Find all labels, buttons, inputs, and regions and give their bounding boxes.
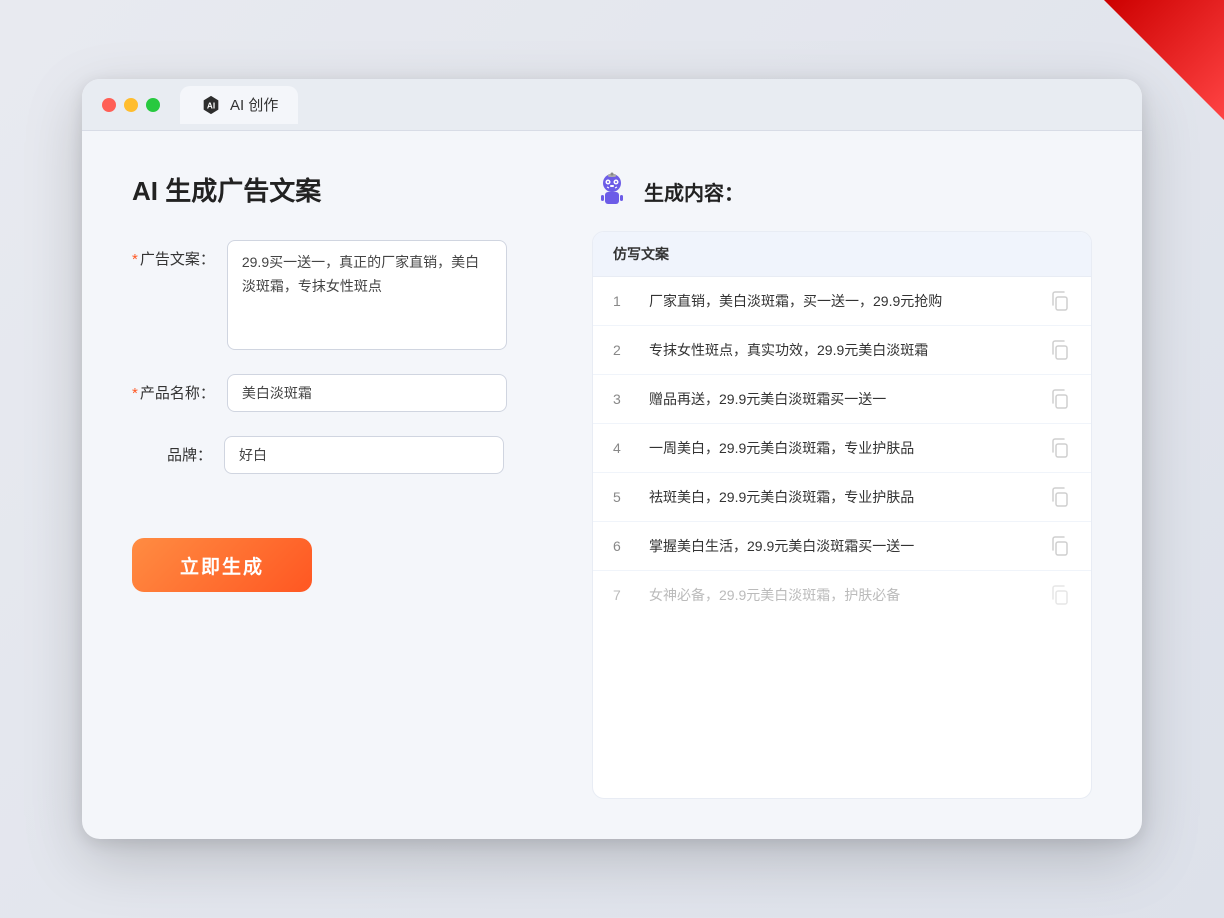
copy-icon[interactable]	[1049, 290, 1071, 312]
ai-tab-icon: AI	[200, 94, 222, 116]
copy-icon[interactable]	[1049, 339, 1071, 361]
row-number: 6	[613, 538, 633, 554]
table-row: 3 赠品再送，29.9元美白淡斑霜买一送一	[593, 375, 1091, 424]
table-row: 1 厂家直销，美白淡斑霜，买一送一，29.9元抢购	[593, 277, 1091, 326]
page-title: AI 生成广告文案	[132, 171, 552, 208]
required-mark-2: *	[132, 385, 138, 402]
table-row: 5 祛斑美白，29.9元美白淡斑霜，专业护肤品	[593, 473, 1091, 522]
result-header: 生成内容：	[592, 171, 1092, 211]
copy-icon[interactable]	[1049, 486, 1071, 508]
table-row: 6 掌握美白生活，29.9元美白淡斑霜买一送一	[593, 522, 1091, 571]
table-header: 仿写文案	[593, 232, 1091, 277]
ad-copy-group: *广告文案： 29.9买一送一，真正的厂家直销，美白淡斑霜，专抹女性斑点	[132, 240, 552, 350]
result-table: 仿写文案 1 厂家直销，美白淡斑霜，买一送一，29.9元抢购 2 专抹女性斑点，真实…	[592, 231, 1092, 799]
row-text: 掌握美白生活，29.9元美白淡斑霜买一送一	[649, 536, 1033, 557]
close-button[interactable]	[102, 98, 116, 112]
row-number: 3	[613, 391, 633, 407]
row-text: 祛斑美白，29.9元美白淡斑霜，专业护肤品	[649, 487, 1033, 508]
title-bar: AI AI 创作	[82, 79, 1142, 131]
row-text: 女神必备，29.9元美白淡斑霜，护肤必备	[649, 585, 1033, 606]
row-text: 专抹女性斑点，真实功效，29.9元美白淡斑霜	[649, 340, 1033, 361]
result-title: 生成内容：	[644, 177, 744, 206]
brand-group: 品牌：	[132, 436, 552, 474]
svg-text:AI: AI	[207, 101, 215, 110]
row-number: 2	[613, 342, 633, 358]
left-panel: AI 生成广告文案 *广告文案： 29.9买一送一，真正的厂家直销，美白淡斑霜，…	[132, 171, 552, 799]
robot-icon	[592, 171, 632, 211]
row-number: 5	[613, 489, 633, 505]
minimize-button[interactable]	[124, 98, 138, 112]
ad-copy-label: *广告文案：	[132, 240, 215, 269]
right-panel: 生成内容： 仿写文案 1 厂家直销，美白淡斑霜，买一送一，29.9元抢购 2 专抹女…	[592, 171, 1092, 799]
row-text: 赠品再送，29.9元美白淡斑霜买一送一	[649, 389, 1033, 410]
traffic-lights	[102, 98, 160, 112]
table-row: 7 女神必备，29.9元美白淡斑霜，护肤必备	[593, 571, 1091, 619]
row-number: 7	[613, 587, 633, 603]
tab-label: AI 创作	[230, 94, 278, 115]
product-name-label: *产品名称：	[132, 374, 215, 403]
copy-icon[interactable]	[1049, 584, 1071, 606]
ai-tab[interactable]: AI AI 创作	[180, 86, 298, 124]
row-text: 一周美白，29.9元美白淡斑霜，专业护肤品	[649, 438, 1033, 459]
generate-button[interactable]: 立即生成	[132, 538, 312, 592]
product-name-group: *产品名称：	[132, 374, 552, 412]
content-area: AI 生成广告文案 *广告文案： 29.9买一送一，真正的厂家直销，美白淡斑霜，…	[82, 131, 1142, 839]
row-number: 1	[613, 293, 633, 309]
table-rows-container: 1 厂家直销，美白淡斑霜，买一送一，29.9元抢购 2 专抹女性斑点，真实功效，29…	[593, 277, 1091, 619]
copy-icon[interactable]	[1049, 388, 1071, 410]
row-number: 4	[613, 440, 633, 456]
table-row: 2 专抹女性斑点，真实功效，29.9元美白淡斑霜	[593, 326, 1091, 375]
copy-icon[interactable]	[1049, 437, 1071, 459]
copy-icon[interactable]	[1049, 535, 1071, 557]
maximize-button[interactable]	[146, 98, 160, 112]
table-row: 4 一周美白，29.9元美白淡斑霜，专业护肤品	[593, 424, 1091, 473]
required-mark: *	[132, 251, 138, 268]
brand-input[interactable]	[224, 436, 504, 474]
row-text: 厂家直销，美白淡斑霜，买一送一，29.9元抢购	[649, 291, 1033, 312]
browser-window: AI AI 创作 AI 生成广告文案 *广告文案： 29.9买一送一，真正的厂家…	[82, 79, 1142, 839]
product-name-input[interactable]	[227, 374, 507, 412]
brand-label: 品牌：	[132, 436, 212, 465]
ad-copy-input[interactable]: 29.9买一送一，真正的厂家直销，美白淡斑霜，专抹女性斑点	[227, 240, 507, 350]
